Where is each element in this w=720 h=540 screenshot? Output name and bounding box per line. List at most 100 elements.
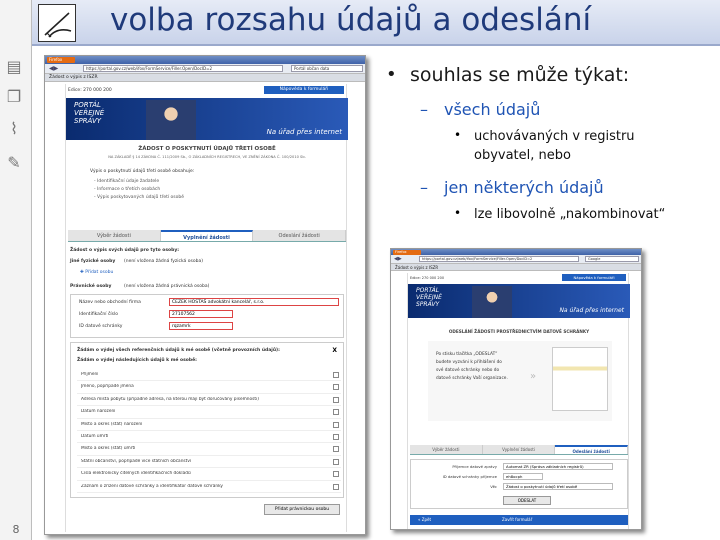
add-person-button[interactable]: ✚ Přidat osobu — [80, 270, 113, 275]
section-label: Právnické osoby — [70, 284, 112, 289]
recipient-input[interactable]: Automat ZR (Správa základních registrů) — [503, 463, 613, 470]
portal-banner: PORTÁL VEŘEJNÉ SPRÁVY Na úřad přes interne… — [408, 284, 630, 318]
field-label: Příjemce datové zprávy — [452, 464, 497, 469]
data-item-checkbox[interactable] — [333, 396, 339, 403]
list-item: - Identifikační údaje žadatele — [94, 179, 160, 184]
data-item-row: Příjmení — [77, 369, 341, 382]
search-field[interactable]: Portál občan data — [291, 65, 363, 72]
data-item-checkbox[interactable] — [333, 446, 339, 453]
firefox-menu-button[interactable]: Firefox — [47, 57, 75, 63]
data-item-row: Záznam o zřízení datové schránky a ident… — [77, 481, 341, 493]
data-item-row: Jméno, popřípadě jména — [77, 381, 341, 394]
pen-logo-icon — [38, 4, 76, 42]
form-tabs: Výběr žádosti Vyplnění žádosti Odeslání … — [68, 230, 347, 242]
bullet-level3: uchovávaných v registru — [474, 129, 635, 144]
tab-send[interactable]: Odeslání žádosti — [253, 230, 347, 241]
back-button[interactable]: « Zpět — [418, 515, 431, 525]
tab-fill[interactable]: Vyplnění žádosti — [160, 230, 254, 241]
slide-title: volba rozsahu údajů a odeslání — [110, 2, 592, 38]
bullet-dot: • — [386, 64, 397, 85]
chevron-right-icon: » — [530, 371, 537, 382]
data-item-label: Příjmení — [81, 372, 99, 377]
people-photo — [472, 286, 512, 318]
send-heading: ODESLÁNÍ ŽÁDOSTI PROSTŘEDNICTVÍM DATOVÉ … — [448, 329, 590, 334]
pages-icon[interactable]: ▤ — [5, 58, 23, 76]
data-item-label: Místo a okres (stát) úmrtí — [81, 446, 136, 452]
help-button[interactable]: Nápověda k formuláři — [264, 86, 344, 94]
all-data-checkbox[interactable]: X — [332, 347, 337, 354]
list-item: - Informace o třetích osobách — [94, 187, 161, 192]
field-label: ID datové schránky příjemce — [442, 474, 497, 479]
bullet-dash: – — [420, 100, 428, 119]
tab-fill[interactable]: Vyplnění žádosti — [482, 445, 556, 454]
add-company-button[interactable]: Přidat právnickou osobu — [264, 504, 340, 515]
bullet-level2-some: jen některých údajů — [444, 178, 604, 197]
data-item-checkbox[interactable] — [333, 433, 339, 440]
data-item-checkbox[interactable] — [333, 372, 339, 378]
data-item-checkbox[interactable] — [333, 458, 339, 465]
data-item-row: Datum narození — [77, 406, 341, 419]
data-item-row: Čísla elektronicky čitelných identifikač… — [77, 468, 341, 481]
pdf-sidebar: ▤ ❐ ⌇ ✎ 8 — [0, 0, 32, 540]
bullet-level2-all: všech údajů — [444, 100, 541, 119]
company-name-input[interactable]: ČEZEK HOSTAŠ advokátní kancelář, s.r.o. — [169, 298, 339, 306]
back-forward-icon[interactable]: ◀▶ — [49, 65, 58, 72]
data-selection-panel: Žádám o výdej všech referenčních údajů k… — [70, 342, 344, 498]
bottom-bar: « Zpět Zavřít formulář — [410, 515, 628, 525]
url-bar[interactable]: https://portal.gov.cz/web/ifox/FormServi… — [419, 256, 579, 262]
data-item-label: Adresa místa pobytu (případně adresa, na… — [81, 396, 259, 402]
ico-input[interactable]: 27107562 — [169, 310, 233, 318]
bullet-dash: – — [420, 178, 428, 197]
slide-title-bar: volba rozsahu údajů a odeslání — [32, 0, 720, 46]
bullet-level1: souhlas se může týkat: — [410, 64, 630, 86]
recipient-databox-input[interactable]: eh8ocph — [503, 473, 543, 480]
bullet-level3: obyvatel, nebo — [474, 148, 571, 163]
page-number: 8 — [12, 523, 20, 536]
selected-data-label: Žádám o výdej následujících údajů k mé o… — [77, 358, 197, 363]
field-label: Identifikační číslo — [79, 312, 119, 317]
back-forward-icon[interactable]: ◀▶ — [394, 256, 402, 262]
company-fields: Název nebo obchodní firma ČEZEK HOSTAŠ a… — [70, 294, 344, 338]
databox-input[interactable]: rqzamrk — [169, 322, 233, 330]
all-data-label: Žádám o výdej všech referenčních údajů k… — [77, 348, 280, 353]
tab-select[interactable]: Výběr žádosti — [68, 230, 161, 241]
data-item-checkbox[interactable] — [333, 384, 339, 391]
field-label: Název nebo obchodní firma — [79, 300, 141, 305]
data-item-row: Místo a okres (stát) narození — [77, 419, 341, 431]
edition-text: Edice: 270 000 200 — [68, 88, 112, 93]
data-item-label: Čísla elektronicky čitelných identifikač… — [81, 471, 191, 477]
close-form-button[interactable]: Zavřít formulář — [502, 515, 532, 525]
list-item: - Výpis poskytovaných údajů třetí osobě — [94, 195, 185, 200]
data-item-label: Státní občanství, popřípadě více státníc… — [81, 458, 192, 464]
form-subheading: NA ZÁKLADĚ § 14 ZÁKONA Č. 111/2009 Sb., … — [108, 155, 306, 159]
tab-send[interactable]: Odeslání žádosti — [555, 445, 629, 454]
data-item-row: Adresa místa pobytu (případně adresa, na… — [77, 394, 341, 407]
copy-icon[interactable]: ❐ — [5, 88, 23, 106]
url-bar[interactable]: https://portal.gov.cz/web/ifox/FormServi… — [83, 65, 283, 72]
field-label: Věc — [490, 484, 497, 489]
signature-icon[interactable]: ✎ — [5, 154, 23, 172]
bullet-level3: lze libovolně „nakombinovat“ — [474, 207, 666, 222]
data-item-label: Záznam o zřízení datové schránky a ident… — [81, 483, 223, 489]
data-item-label: Místo a okres (stát) narození — [81, 421, 143, 427]
browser-tab[interactable]: Žádost o výpis z ISZR — [391, 264, 641, 271]
data-item-row: Státní občanství, popřípadě více státníc… — [77, 456, 341, 469]
bullet-dot: • — [454, 206, 462, 220]
data-item-checkbox[interactable] — [333, 421, 339, 428]
attachment-icon[interactable]: ⌇ — [5, 120, 23, 138]
field-label: ID datové schránky — [79, 324, 123, 329]
subject-input[interactable]: Žádost o poskytnutí údajů třetí osobě — [503, 483, 613, 490]
search-field[interactable]: Google — [585, 256, 639, 262]
tab-select[interactable]: Výběr žádosti — [410, 445, 483, 454]
send-button[interactable]: ODESLAT — [503, 496, 551, 505]
login-thumbnail — [552, 347, 608, 411]
help-button[interactable]: Nápověda k formuláři — [562, 274, 626, 281]
empty-note: (není vložena žádná fyzická osoba) — [124, 259, 203, 264]
data-item-checkbox[interactable] — [333, 471, 339, 478]
people-photo — [146, 100, 196, 140]
data-item-checkbox[interactable] — [333, 409, 339, 416]
browser-tab[interactable]: Žádost o výpis z ISZR — [45, 74, 365, 82]
data-item-checkbox[interactable] — [333, 483, 339, 490]
info-box: Po stisku tlačítka „ODESLAT“ budete vyzvá… — [428, 341, 612, 421]
empty-note: (není vložena žádná právnická osoba) — [124, 284, 210, 289]
